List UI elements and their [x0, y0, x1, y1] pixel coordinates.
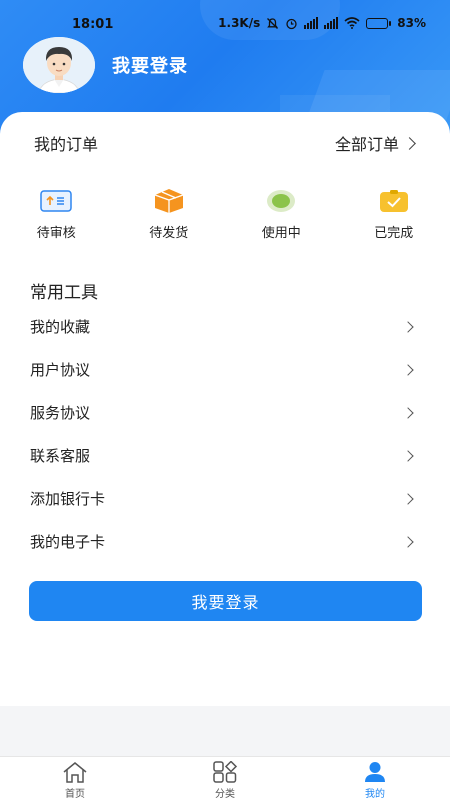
- avatar-image: [23, 37, 95, 93]
- nav-label: 首页: [65, 789, 85, 800]
- alarm-icon: [286, 18, 297, 29]
- in-use-icon: [265, 188, 297, 214]
- completed-icon: [378, 188, 410, 214]
- nav-item-home[interactable]: 首页: [0, 757, 150, 800]
- order-status-completed[interactable]: 已完成: [338, 188, 450, 241]
- orders-header: 我的订单 全部订单: [34, 131, 416, 155]
- battery-level: 83%: [397, 16, 426, 30]
- tool-item-label: 我的电子卡: [30, 533, 106, 551]
- login-button[interactable]: 我要登录: [29, 581, 422, 621]
- review-icon: [40, 188, 72, 214]
- nav-item-category[interactable]: 分类: [150, 757, 300, 800]
- nav-item-profile[interactable]: 我的: [300, 757, 450, 800]
- tool-item-label: 用户协议: [30, 361, 91, 379]
- tool-item-e-card[interactable]: 我的电子卡: [30, 520, 416, 563]
- order-status-pending-shipment[interactable]: 待发货: [113, 188, 226, 241]
- profile-icon: [365, 762, 385, 782]
- tools-list: 我的收藏 用户协议 服务协议 联系客服 添加银行卡 我的电子卡: [30, 305, 416, 563]
- chevron-right-icon: [402, 535, 414, 548]
- avatar[interactable]: [23, 37, 95, 93]
- order-status-row: 待审核 待发货 使用中 已完成: [0, 188, 450, 241]
- chevron-right-icon: [402, 363, 414, 376]
- chevron-right-icon: [402, 449, 414, 462]
- chevron-right-icon: [402, 406, 414, 419]
- tool-item-label: 联系客服: [30, 447, 91, 465]
- all-orders-link[interactable]: 全部订单: [334, 131, 416, 155]
- tool-item-service-agreement[interactable]: 服务协议: [30, 391, 416, 434]
- order-status-label: 待审核: [36, 226, 76, 241]
- order-status-pending-review[interactable]: 待审核: [0, 188, 113, 241]
- tool-item-favorites[interactable]: 我的收藏: [30, 305, 416, 348]
- order-status-label: 待发货: [149, 226, 189, 241]
- home-icon: [63, 762, 87, 783]
- order-status-in-use[interactable]: 使用中: [225, 188, 338, 241]
- battery-icon: [366, 17, 392, 29]
- signal-icon: [304, 17, 319, 29]
- tool-item-label: 添加银行卡: [30, 490, 106, 508]
- nav-label: 分类: [215, 789, 235, 800]
- signal-icon: [324, 17, 339, 29]
- tool-item-label: 我的收藏: [30, 318, 91, 336]
- tools-title: 常用工具: [30, 283, 98, 303]
- wifi-icon: [344, 17, 360, 29]
- page-footer-band: [0, 706, 450, 756]
- bottom-nav: 首页 分类 我的: [0, 756, 450, 800]
- network-speed: 1.3K/s: [218, 16, 261, 30]
- order-status-label: 使用中: [261, 226, 301, 241]
- orders-card: 我的订单 全部订单 待审核 待发货 使用中 已完成: [0, 112, 450, 262]
- category-icon: [213, 761, 238, 783]
- all-orders-label: 全部订单: [334, 135, 399, 154]
- chevron-right-icon: [403, 136, 416, 150]
- status-time: 18:01: [72, 17, 114, 32]
- nav-label: 我的: [365, 789, 385, 800]
- order-status-label: 已完成: [374, 226, 414, 241]
- tool-item-user-agreement[interactable]: 用户协议: [30, 348, 416, 391]
- tool-item-add-bank-card[interactable]: 添加银行卡: [30, 477, 416, 520]
- orders-title: 我的订单: [34, 135, 99, 154]
- status-indicators: 1.3K/s 83%: [218, 16, 426, 30]
- package-icon: [153, 188, 185, 214]
- chevron-right-icon: [402, 492, 414, 505]
- tool-item-label: 服务协议: [30, 404, 91, 422]
- mute-bell-icon: [267, 17, 279, 29]
- chevron-right-icon: [402, 320, 414, 333]
- tool-item-customer-service[interactable]: 联系客服: [30, 434, 416, 477]
- login-title[interactable]: 我要登录: [112, 52, 188, 78]
